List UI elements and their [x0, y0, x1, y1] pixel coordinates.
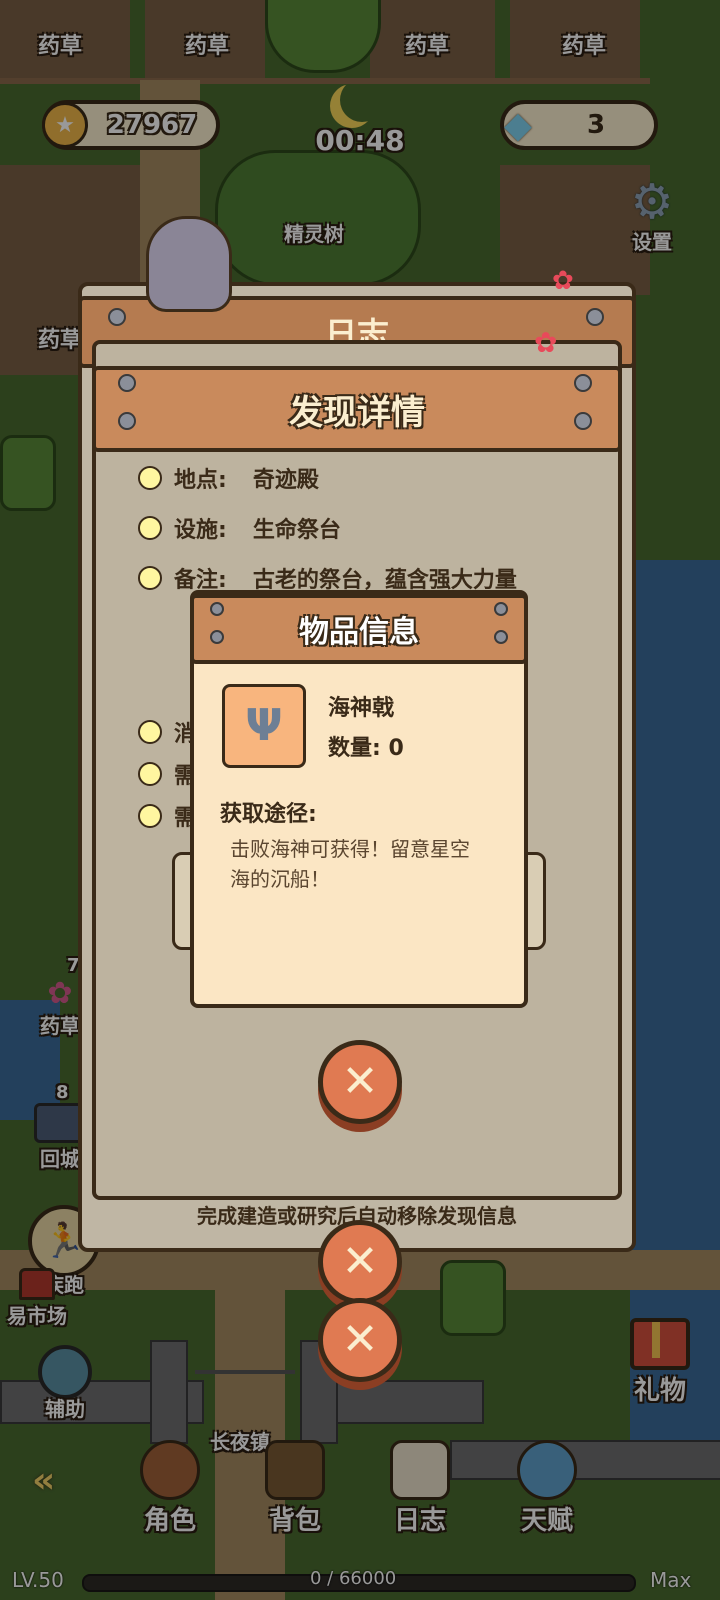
detail-value: 奇迹殿	[252, 468, 319, 493]
lightbulb-icon	[138, 466, 162, 490]
item-title-plank: 物品信息	[190, 594, 528, 664]
item-icon-frame: Ψ	[222, 684, 306, 768]
bolt	[118, 374, 136, 392]
bunny-mascot	[146, 216, 232, 312]
detail-value: 生命祭台	[252, 518, 341, 543]
close-icon: ✕	[341, 1056, 379, 1107]
bolt	[494, 602, 508, 616]
bolt	[210, 602, 224, 616]
bolt	[574, 374, 592, 392]
discovery-title: 发现详情	[289, 392, 425, 433]
lightbulb-icon	[138, 516, 162, 540]
bolt	[574, 412, 592, 430]
item-name: 海神戟	[328, 696, 395, 721]
detail-row: 设施: 生命祭台	[138, 512, 341, 544]
detail-row: 消	[138, 716, 196, 748]
lightbulb-icon	[138, 720, 162, 744]
close-journal-button[interactable]: ✕	[318, 1298, 402, 1382]
trident-icon: Ψ	[245, 700, 283, 751]
item-quantity: 数量: 0	[328, 736, 404, 761]
bolt	[586, 308, 604, 326]
close-discovery-button[interactable]: ✕	[318, 1220, 402, 1304]
source-text: 击败海神可获得！留意星空海的沉船！	[230, 837, 470, 891]
detail-row: 地点: 奇迹殿	[138, 462, 319, 494]
detail-row: 需	[138, 800, 196, 832]
close-icon: ✕	[341, 1314, 379, 1365]
detail-row: 需	[138, 758, 196, 790]
lightbulb-icon	[138, 762, 162, 786]
item-dialog: 物品信息 Ψ 海神戟 数量: 0 获取途径: 击败海神可获得！留意星空海的沉船！	[190, 590, 528, 1008]
bolt	[210, 630, 224, 644]
item-dialog-title: 物品信息	[299, 615, 419, 650]
bolt	[494, 630, 508, 644]
discovery-title-plank: 发现详情	[92, 366, 622, 452]
bolt	[108, 308, 126, 326]
detail-label: 设施:	[174, 518, 227, 543]
lightbulb-icon	[138, 566, 162, 590]
flower-decoration: ✿	[534, 326, 558, 359]
lightbulb-icon	[138, 804, 162, 828]
flower-decoration: ✿	[552, 266, 574, 296]
source-heading: 获取途径:	[220, 802, 317, 827]
close-icon: ✕	[341, 1236, 379, 1287]
bolt	[118, 412, 136, 430]
detail-label: 地点:	[174, 468, 227, 493]
close-item-dialog-button[interactable]: ✕	[318, 1040, 402, 1124]
